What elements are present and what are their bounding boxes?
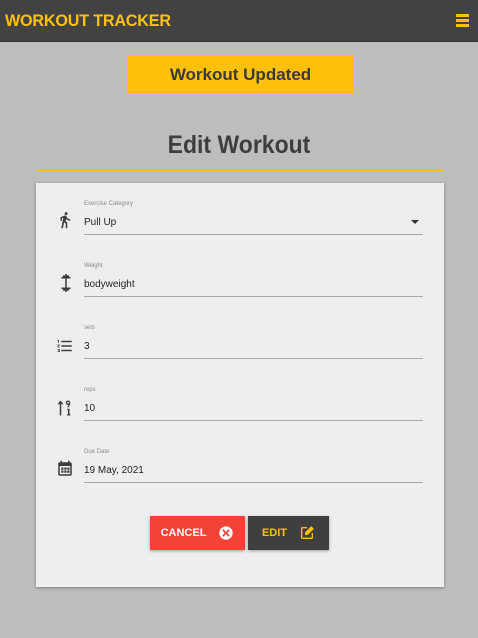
edit-button-label: EDIT <box>261 527 288 539</box>
exercise-category-field: Exercise Category Pull Up <box>36 201 444 251</box>
edit-square-icon <box>301 526 314 539</box>
field-underline <box>84 420 423 421</box>
sets-label: sets <box>84 325 96 331</box>
calendar-icon <box>56 460 74 478</box>
edit-workout-form-card: Exercise Category Pull Up Weight sets re… <box>36 183 444 587</box>
field-underline <box>84 296 423 297</box>
workout-updated-toast: Workout Updated <box>127 55 354 94</box>
reps-field: reps <box>36 387 444 437</box>
field-underline <box>84 358 423 359</box>
reps-label: reps <box>84 387 96 393</box>
sets-field: sets <box>36 325 444 375</box>
due-date-input[interactable] <box>84 462 423 480</box>
running-person-icon <box>56 211 74 229</box>
cancel-button-label: CANCEL <box>160 527 207 539</box>
hamburger-menu-icon[interactable] <box>456 14 469 27</box>
sort-numeric-icon <box>56 399 74 417</box>
chevron-down-icon[interactable] <box>411 220 419 224</box>
weight-field: Weight <box>36 263 444 313</box>
numbered-list-icon <box>56 337 74 355</box>
dumbbell-icon <box>55 274 77 292</box>
due-date-label: Due Date <box>84 449 110 455</box>
exercise-category-label: Exercise Category <box>84 201 134 207</box>
title-divider <box>37 169 443 171</box>
exercise-category-select[interactable]: Pull Up <box>84 214 423 232</box>
sets-input[interactable] <box>84 338 423 356</box>
field-underline <box>84 482 423 483</box>
weight-input[interactable] <box>84 276 423 294</box>
weight-label: Weight <box>84 263 103 269</box>
close-circle-icon <box>219 526 234 540</box>
top-app-bar: WORKOUT TRACKER <box>0 0 478 42</box>
due-date-field: Due Date <box>36 449 444 499</box>
cancel-button[interactable]: CANCEL <box>150 516 245 550</box>
page-title: Edit Workout <box>167 131 311 159</box>
field-underline <box>84 234 423 235</box>
app-brand-title[interactable]: WORKOUT TRACKER <box>5 11 171 31</box>
reps-input[interactable] <box>84 400 423 418</box>
edit-button[interactable]: EDIT <box>248 516 329 550</box>
